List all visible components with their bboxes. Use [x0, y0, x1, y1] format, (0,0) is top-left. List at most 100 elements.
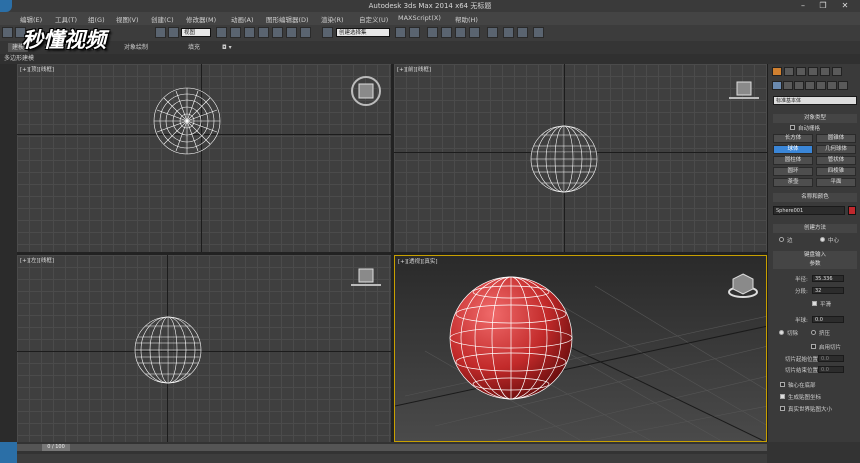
polygon-modeling-label[interactable]: 多边形建模 — [0, 54, 38, 63]
cameras-icon[interactable] — [805, 81, 815, 90]
display-tab-icon[interactable] — [820, 67, 830, 76]
creation-method-header[interactable]: 创建方法 — [773, 224, 857, 233]
hemisphere-input[interactable]: 0.0 — [812, 316, 844, 323]
spacewarps-icon[interactable] — [827, 81, 837, 90]
layer-manager-icon[interactable] — [427, 27, 438, 38]
menu-group[interactable]: 组(G) — [88, 14, 105, 24]
angle-snap-icon[interactable] — [286, 27, 297, 38]
geometry-icon[interactable] — [772, 81, 782, 90]
real-world-map-checkbox[interactable] — [780, 406, 785, 411]
maximize-icon[interactable]: ❐ — [815, 0, 831, 12]
smooth-checkbox[interactable] — [812, 301, 817, 306]
category-dropdown[interactable]: 标准基本体 — [773, 96, 857, 105]
cylinder-button[interactable]: 圆柱体 — [773, 156, 813, 165]
select-by-name-icon[interactable] — [168, 27, 179, 38]
create-tab-icon[interactable] — [772, 67, 782, 76]
menu-customize[interactable]: 自定义(U) — [359, 14, 388, 24]
time-slider[interactable]: 0 / 100 — [17, 444, 767, 451]
box-button[interactable]: 长方体 — [773, 134, 813, 143]
torus-button[interactable]: 圆环 — [773, 167, 813, 176]
pivot-icon[interactable] — [216, 27, 227, 38]
sphere-wireframe[interactable] — [529, 124, 599, 194]
reference-coordinate-dropdown[interactable]: 视图 — [181, 28, 211, 37]
geosphere-button[interactable]: 几何球体 — [816, 145, 856, 154]
viewport-label[interactable]: [+][左][线框] — [20, 256, 54, 264]
plane-button[interactable]: 平面 — [816, 178, 856, 187]
edit-named-selection-icon[interactable] — [322, 27, 333, 38]
menu-animation[interactable]: 动画(A) — [231, 14, 254, 24]
maxscript-listener-icon[interactable] — [0, 442, 17, 463]
tab-object-paint[interactable]: 对象绘制 — [120, 43, 152, 52]
teapot-button[interactable]: 茶壶 — [773, 178, 813, 187]
center-radio[interactable] — [820, 237, 825, 242]
pyramid-button[interactable]: 四棱锥 — [816, 167, 856, 176]
viewcube-icon[interactable] — [351, 265, 381, 293]
systems-icon[interactable] — [838, 81, 848, 90]
render-setup-icon[interactable] — [503, 27, 514, 38]
hierarchy-tab-icon[interactable] — [796, 67, 806, 76]
cone-button[interactable]: 圆锥体 — [816, 134, 856, 143]
scale-icon[interactable] — [258, 27, 269, 38]
object-color-swatch[interactable] — [848, 206, 856, 215]
slice-from-input[interactable]: 0.0 — [818, 355, 844, 362]
object-type-header[interactable]: 对象类型 — [773, 114, 857, 123]
tube-button[interactable]: 管状体 — [816, 156, 856, 165]
menu-rendering[interactable]: 渲染(R) — [321, 14, 344, 24]
autogrid-checkbox[interactable] — [790, 125, 795, 130]
viewcube-icon[interactable] — [729, 78, 759, 102]
viewport-label[interactable]: [+][透视][真实] — [398, 257, 437, 265]
sphere-shaded[interactable] — [447, 274, 575, 402]
ribbon-options-icon[interactable]: ◘ ▾ — [218, 43, 236, 52]
rendered-frame-icon[interactable] — [517, 27, 528, 38]
menu-tools[interactable]: 工具(T) — [55, 14, 77, 24]
close-icon[interactable]: ✕ — [837, 0, 853, 12]
viewport-label[interactable]: [+][顶][线框] — [20, 65, 54, 73]
shapes-icon[interactable] — [783, 81, 793, 90]
mirror-icon[interactable] — [395, 27, 406, 38]
select-icon[interactable] — [155, 27, 166, 38]
menu-views[interactable]: 视图(V) — [116, 14, 139, 24]
motion-tab-icon[interactable] — [808, 67, 818, 76]
move-icon[interactable] — [230, 27, 241, 38]
named-selection-set-dropdown[interactable]: 创建选择集 — [336, 28, 390, 37]
viewport-front[interactable]: [+][前][线框] — [394, 64, 767, 252]
base-to-pivot-checkbox[interactable] — [780, 382, 785, 387]
material-editor-icon[interactable] — [487, 27, 498, 38]
curve-editor-icon[interactable] — [455, 27, 466, 38]
slice-on-checkbox[interactable] — [811, 344, 816, 349]
menu-modifiers[interactable]: 修改器(M) — [186, 14, 216, 24]
viewport-label[interactable]: [+][前][线框] — [397, 65, 431, 73]
sphere-wireframe[interactable] — [152, 86, 222, 156]
viewcube-icon[interactable] — [725, 270, 761, 302]
menu-edit[interactable]: 编辑(E) — [20, 14, 42, 24]
name-color-header[interactable]: 名称和颜色 — [773, 193, 857, 202]
track-bar[interactable] — [17, 454, 767, 463]
schematic-view-icon[interactable] — [469, 27, 480, 38]
object-name-input[interactable]: Sphere001 — [773, 206, 845, 215]
keyboard-entry-header[interactable]: 键盘输入 — [773, 251, 857, 260]
chop-radio[interactable] — [779, 330, 784, 335]
viewport-left[interactable]: [+][左][线框] — [17, 255, 391, 442]
helpers-icon[interactable] — [816, 81, 826, 90]
lights-icon[interactable] — [794, 81, 804, 90]
sphere-wireframe[interactable] — [133, 315, 203, 385]
menu-graph-editors[interactable]: 图形编辑器(D) — [266, 14, 309, 24]
align-icon[interactable] — [409, 27, 420, 38]
radius-input[interactable]: 35.336 — [812, 275, 844, 282]
time-slider-thumb[interactable]: 0 / 100 — [42, 444, 70, 451]
minimize-icon[interactable]: – — [795, 0, 811, 12]
squash-radio[interactable] — [811, 330, 816, 335]
viewcube-icon[interactable] — [349, 74, 383, 108]
utilities-tab-icon[interactable] — [832, 67, 842, 76]
menu-maxscript[interactable]: MAXScript(X) — [398, 14, 441, 22]
percent-snap-icon[interactable] — [300, 27, 311, 38]
viewport-top[interactable]: [+][顶][线框] — [17, 64, 391, 252]
modify-tab-icon[interactable] — [784, 67, 794, 76]
sphere-button[interactable]: 球体 — [773, 145, 813, 154]
viewport-perspective[interactable]: [+][透视][真实] — [394, 255, 767, 442]
render-icon[interactable] — [533, 27, 544, 38]
rotate-icon[interactable] — [244, 27, 255, 38]
tab-populate[interactable]: 填充 — [184, 43, 204, 52]
menu-help[interactable]: 帮助(H) — [455, 14, 478, 24]
slice-to-input[interactable]: 0.0 — [818, 366, 844, 373]
